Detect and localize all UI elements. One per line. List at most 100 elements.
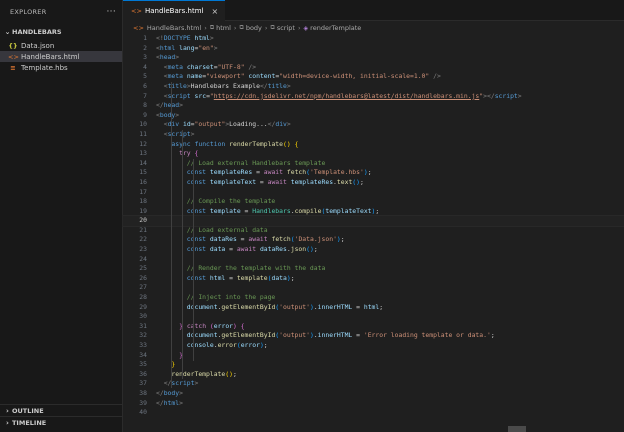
code-token: data	[271, 273, 287, 282]
folder-header[interactable]: ⌄ HANDLEBARS	[0, 24, 122, 40]
file-item-data-json[interactable]: {} Data.json	[0, 40, 122, 51]
code-token: =	[256, 177, 268, 186]
code-line[interactable]: 37 </script>	[123, 379, 624, 389]
code-token: template	[236, 273, 268, 282]
code-line[interactable]: 23 const data = await dataRes.json();	[123, 245, 624, 255]
code-token: // Compile the template	[186, 197, 276, 206]
line-number: 7	[143, 91, 147, 100]
more-actions-icon[interactable]: ···	[107, 7, 116, 17]
code-line[interactable]: 20	[122, 215, 624, 227]
code-line[interactable]: 21 // Load external data	[123, 226, 624, 236]
handlebars-file-icon: ≡	[10, 63, 16, 72]
code-line[interactable]: 27	[123, 283, 624, 293]
code-line[interactable]: 28 // Inject into the page	[123, 293, 624, 303]
code-line[interactable]: 5 <meta name="viewport" content="width=d…	[123, 72, 624, 82]
code-token: renderTemplate	[171, 369, 226, 378]
code-line[interactable]: 33 console.error(error);	[123, 341, 624, 351]
code-line[interactable]: 8 </head>	[123, 101, 624, 111]
code-token: =	[225, 273, 237, 282]
code-line[interactable]: 19 const template = Handlebars.compile(t…	[123, 207, 624, 217]
code-text: <!DOCTYPE html>	[156, 34, 214, 44]
breadcrumb: <> HandleBars.html › ⧉ html › ⧉ body › ⧉…	[123, 21, 624, 35]
code-line[interactable]: 32 document.getElementById('output').inn…	[123, 331, 624, 341]
outline-section[interactable]: › OUTLINE	[0, 404, 125, 416]
code-token: id	[182, 120, 191, 129]
line-number: 33	[139, 341, 147, 349]
horizontal-scrollbar[interactable]	[508, 426, 526, 432]
code-text: <meta name="viewport" content="width=dev…	[156, 72, 441, 82]
code-editor[interactable]: 1 <!DOCTYPE html> 2 <html lang="en"> 3 <head>…	[122, 34, 624, 418]
breadcrumb-item[interactable]: html	[216, 24, 231, 32]
code-line[interactable]: 17	[123, 188, 624, 198]
breadcrumb-item[interactable]: body	[246, 24, 262, 32]
code-line[interactable]: 10 <div id="output">Loading...</div>	[123, 120, 624, 130]
code-token: 'Data.json'	[294, 235, 337, 244]
code-line[interactable]: 35 }	[123, 360, 624, 370]
code-line[interactable]: 40	[123, 408, 624, 418]
code-line[interactable]: 24	[123, 255, 624, 265]
code-line[interactable]: 1 <!DOCTYPE html>	[123, 34, 624, 44]
code-line[interactable]: 13 try {	[123, 149, 624, 159]
code-line[interactable]: 3 <head>	[123, 53, 624, 63]
breadcrumb-item[interactable]: HandleBars.html	[147, 24, 201, 32]
code-token: getElementById	[221, 331, 276, 340]
code-line[interactable]: 6 <title>Handlebars Example</title>	[123, 82, 624, 92]
element-icon: ⧉	[209, 24, 215, 31]
code-line[interactable]: 31 } catch (error) {	[123, 322, 624, 332]
code-line[interactable]: 30	[123, 312, 624, 322]
tab-handlebars-html[interactable]: <> HandleBars.html ×	[123, 0, 226, 21]
code-line[interactable]: 15 const templateRes = await fetch('Temp…	[123, 168, 624, 178]
code-token: >	[209, 34, 214, 42]
code-line[interactable]: 11 <script>	[123, 130, 624, 140]
code-token: {	[240, 321, 245, 330]
code-line[interactable]: 2 <html lang="en">	[123, 44, 624, 54]
code-line[interactable]: 14 // Load external Handlebars template	[123, 159, 624, 169]
json-file-icon: {}	[8, 41, 18, 50]
breadcrumb-item[interactable]: script	[277, 24, 295, 32]
code-text: console.error(error);	[156, 341, 268, 351]
code-line[interactable]: 38 </body>	[123, 389, 624, 399]
code-text: <title>Handlebars Example</title>	[156, 82, 291, 92]
code-line[interactable]: 18 // Compile the template	[123, 197, 624, 207]
code-line[interactable]: 25 // Render the template with the data	[123, 264, 624, 274]
code-token: </	[156, 398, 164, 407]
tab-label: HandleBars.html	[145, 7, 204, 15]
code-token: https://cdn.jsdelivr.net/npm/handlebars@…	[213, 91, 480, 100]
code-token: >	[286, 81, 291, 90]
code-token: html	[163, 398, 180, 407]
code-line[interactable]: 7 <script src="https://cdn.jsdelivr.net/…	[123, 92, 624, 102]
code-line[interactable]: 34 }	[123, 351, 624, 361]
code-line[interactable]: 36 renderTemplate();	[123, 370, 624, 380]
breadcrumb-item[interactable]: renderTemplate	[310, 24, 361, 32]
code-line[interactable]: 22 const dataRes = await fetch('Data.jso…	[123, 235, 624, 245]
line-number: 15	[139, 168, 147, 177]
code-text: }	[156, 360, 175, 370]
code-token: templateText	[325, 206, 372, 215]
code-token: />	[248, 62, 257, 71]
code-line[interactable]: 9 <body>	[123, 111, 624, 121]
indent-guide	[182, 130, 183, 379]
code-line[interactable]: 16 const templateText = await templateRe…	[123, 178, 624, 188]
editor-area: <> HandleBars.html × <> HandleBars.html …	[122, 0, 624, 432]
line-number: 29	[139, 302, 147, 311]
code-line[interactable]: 12 async function renderTemplate() {	[123, 140, 624, 150]
file-item-handlebars-html[interactable]: <> HandleBars.html	[0, 51, 122, 62]
code-line[interactable]: 4 <meta charset="UTF-8" />	[123, 63, 624, 73]
explorer-sidebar: EXPLORER ··· ⌄ HANDLEBARS {} Data.json <…	[0, 0, 125, 432]
explorer-header: EXPLORER ···	[0, 0, 122, 24]
code-token: "width=device-width, initial-scale=1.0"	[279, 72, 430, 81]
close-icon[interactable]: ×	[211, 7, 218, 16]
code-token: <!	[156, 34, 164, 42]
code-line[interactable]: 26 const html = template(data);	[123, 274, 624, 284]
code-line[interactable]: 29 document.getElementById('output').inn…	[123, 303, 624, 313]
timeline-section[interactable]: › TIMELINE	[0, 416, 125, 428]
file-item-template-hbs[interactable]: ≡ Template.hbs	[0, 62, 122, 73]
code-line[interactable]: 39 </html>	[123, 399, 624, 409]
code-token: {	[194, 149, 199, 158]
code-text: // Load external data	[156, 226, 268, 236]
code-text: <script src="https://cdn.jsdelivr.net/np…	[156, 92, 522, 102]
code-token: getElementById	[221, 302, 276, 311]
